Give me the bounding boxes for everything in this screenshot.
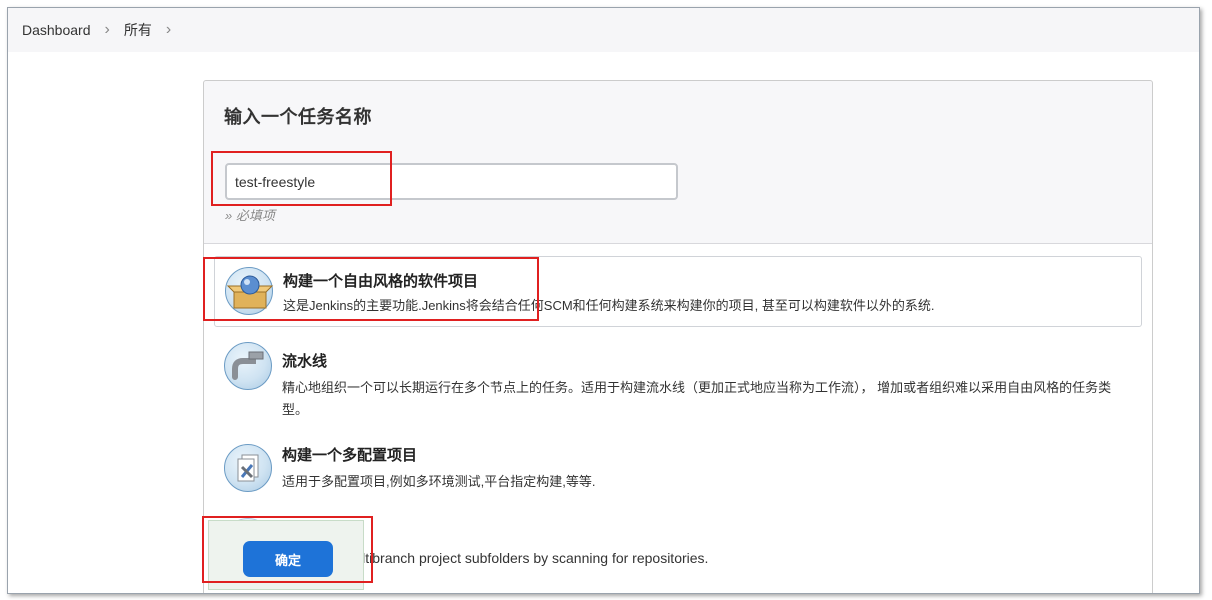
multi-config-project-icon	[224, 444, 272, 492]
pipeline-icon	[224, 342, 272, 390]
breadcrumb-dashboard[interactable]: Dashboard	[22, 22, 91, 38]
page-title: 输入一个任务名称	[224, 107, 372, 127]
breadcrumb: Dashboard › 所有 ›	[8, 8, 1199, 52]
job-type-title: 流水线	[282, 353, 328, 370]
job-type-title: 构建一个多配置项目	[282, 447, 418, 464]
job-type-description: 精心地组织一个可以长期运行在多个节点上的任务。适用于构建流水线（更加正式地应当称…	[282, 380, 1112, 417]
job-type-multi-config[interactable]: 构建一个多配置项目 适用于多配置项目,例如多环境测试,平台指定构建,等等.	[214, 436, 1142, 496]
job-type-freestyle[interactable]: 构建一个自由风格的软件项目 这是Jenkins的主要功能.Jenkins将会结合…	[214, 256, 1142, 327]
chevron-right-icon: ›	[104, 21, 110, 38]
item-name-input[interactable]	[225, 163, 678, 200]
ok-button[interactable]: 确定	[243, 541, 333, 577]
freestyle-project-icon	[225, 267, 274, 315]
required-hint: » 必填项	[225, 208, 275, 223]
job-type-description: 适用于多配置项目,例如多环境测试,平台指定构建,等等.	[282, 474, 596, 489]
breadcrumb-all[interactable]: 所有	[124, 20, 152, 40]
job-type-description: 这是Jenkins的主要功能.Jenkins将会结合任何SCM和任何构建系统来构…	[283, 298, 935, 313]
job-type-title: 构建一个自由风格的软件项目	[283, 273, 479, 290]
job-type-pipeline[interactable]: 流水线 精心地组织一个可以长期运行在多个节点上的任务。适用于构建流水线（更加正式…	[214, 342, 1142, 422]
chevron-right-icon[interactable]: ›	[166, 21, 171, 39]
job-type-title: {0} 文件夹	[282, 520, 1142, 541]
job-type-description: s a set of multibranch project subfolder…	[282, 550, 709, 566]
new-item-panel: 输入一个任务名称 » 必填项 构建一个自由风格的软件项目 这是Jenkins的主…	[203, 80, 1153, 593]
app-window: Dashboard › 所有 › 输入一个任务名称 » 必填项 构建一个	[7, 7, 1200, 594]
